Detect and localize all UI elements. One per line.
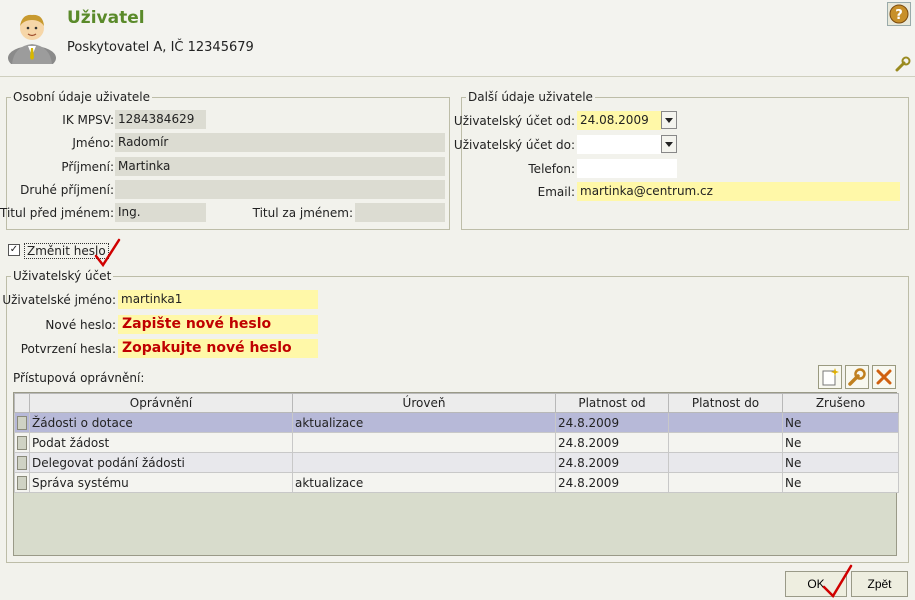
cell-valid-from: 24.8.2009 (555, 432, 669, 453)
account-to-label: Uživatelský účet do: (453, 138, 575, 152)
cell-cancelled: Ne (782, 432, 899, 453)
page-title: Uživatel (67, 8, 145, 28)
table-row[interactable]: Delegovat podání žádosti 24.8.2009 Ne (14, 452, 899, 473)
second-last-name-label: Druhé příjmení: (20, 183, 114, 197)
cell-cancelled: Ne (782, 472, 899, 493)
ik-mpsv-field: 1284384629 (115, 110, 206, 129)
delete-permission-button[interactable] (872, 365, 896, 389)
ok-button[interactable]: OK (785, 571, 847, 597)
col-header-cancelled[interactable]: Zrušeno (782, 393, 899, 413)
title-before-field: Ing. (115, 203, 206, 222)
first-name-field: Radomír (115, 133, 445, 152)
confirm-password-field[interactable]: Zopakujte nové heslo (118, 339, 318, 358)
first-name-label: Jméno: (72, 136, 114, 150)
cell-level (292, 432, 556, 453)
confirm-password-label: Potvrzení hesla: (20, 342, 116, 356)
last-name-label: Příjmení: (61, 160, 114, 174)
user-account-legend: Uživatelský účet (13, 269, 112, 283)
row-selector[interactable] (14, 452, 30, 473)
cell-permission: Delegovat podání žádosti (29, 452, 293, 473)
permissions-label: Přístupová oprávnění: (13, 371, 145, 385)
username-field[interactable]: martinka1 (118, 290, 318, 309)
cell-valid-to (668, 412, 783, 433)
table-row[interactable]: Podat žádost 24.8.2009 Ne (14, 432, 899, 453)
title-after-label: Titul za jménem: (252, 206, 353, 220)
title-before-label: Titul před jménem: (0, 206, 114, 220)
cell-level (292, 452, 556, 473)
user-avatar-icon (8, 14, 56, 64)
cell-cancelled: Ne (782, 412, 899, 433)
help-icon: ? (889, 4, 909, 24)
cell-level: aktualizace (292, 412, 556, 433)
email-field[interactable]: martinka@centrum.cz (577, 182, 900, 201)
account-from-dropdown-button[interactable] (661, 111, 677, 129)
new-password-field[interactable]: Zapište nové heslo (118, 315, 318, 334)
account-to-field[interactable] (577, 135, 661, 154)
other-data-legend: Další údaje uživatele (468, 90, 593, 104)
page-subtitle: Poskytovatel A, IČ 12345679 (67, 40, 254, 55)
cell-valid-to (668, 432, 783, 453)
cell-valid-from: 24.8.2009 (555, 412, 669, 433)
col-header-valid-from[interactable]: Platnost od (555, 393, 669, 413)
cell-cancelled: Ne (782, 452, 899, 473)
ik-mpsv-label: IK MPSV: (62, 113, 114, 127)
permissions-grid: Oprávnění Úroveň Platnost od Platnost do… (13, 392, 899, 556)
add-permission-button[interactable] (818, 365, 842, 389)
table-row[interactable]: Správa systému aktualizace 24.8.2009 Ne (14, 472, 899, 493)
back-button[interactable]: Zpět (851, 571, 908, 597)
second-last-name-field (115, 180, 445, 199)
cell-permission: Podat žádost (29, 432, 293, 453)
col-header-permission[interactable]: Oprávnění (29, 393, 293, 413)
last-name-field: Martinka (115, 157, 445, 176)
account-from-label: Uživatelský účet od: (453, 114, 575, 128)
edit-wrench-icon (848, 368, 866, 386)
row-selector[interactable] (14, 412, 30, 433)
cell-valid-to (668, 472, 783, 493)
phone-field[interactable] (577, 159, 677, 178)
settings-wrench-icon[interactable] (895, 56, 911, 72)
phone-label: Telefon: (528, 162, 575, 176)
col-header-valid-to[interactable]: Platnost do (668, 393, 783, 413)
personal-data-legend: Osobní údaje uživatele (13, 90, 151, 104)
help-button[interactable]: ? (887, 2, 911, 26)
username-label: Uživatelské jméno: (2, 293, 116, 307)
other-data-section: Další údaje uživatele (461, 90, 909, 230)
svg-text:?: ? (895, 8, 903, 23)
col-header-level[interactable]: Úroveň (292, 393, 556, 413)
grid-selector-header (14, 393, 30, 413)
header: Uživatel Poskytovatel A, IČ 12345679 ? (0, 0, 915, 77)
account-from-field[interactable]: 24.08.2009 (577, 111, 661, 130)
cell-valid-from: 24.8.2009 (555, 452, 669, 473)
change-password-label[interactable]: Změnit heslo (24, 243, 109, 259)
table-row[interactable]: Žádosti o dotace aktualizace 24.8.2009 N… (14, 412, 899, 433)
edit-permission-button[interactable] (845, 365, 869, 389)
new-item-icon (822, 368, 839, 386)
cell-level: aktualizace (292, 472, 556, 493)
cell-permission: Správa systému (29, 472, 293, 493)
change-password-checkbox[interactable]: ✓ (8, 244, 20, 256)
row-selector[interactable] (14, 432, 30, 453)
cell-valid-to (668, 452, 783, 473)
cell-valid-from: 24.8.2009 (555, 472, 669, 493)
delete-icon (876, 369, 892, 385)
new-password-label: Nové heslo: (45, 318, 116, 332)
title-after-field (355, 203, 445, 222)
grid-header-row: Oprávnění Úroveň Platnost od Platnost do… (14, 393, 899, 413)
cell-permission: Žádosti o dotace (29, 412, 293, 433)
account-to-dropdown-button[interactable] (661, 135, 677, 153)
email-label: Email: (537, 185, 575, 199)
row-selector[interactable] (14, 472, 30, 493)
